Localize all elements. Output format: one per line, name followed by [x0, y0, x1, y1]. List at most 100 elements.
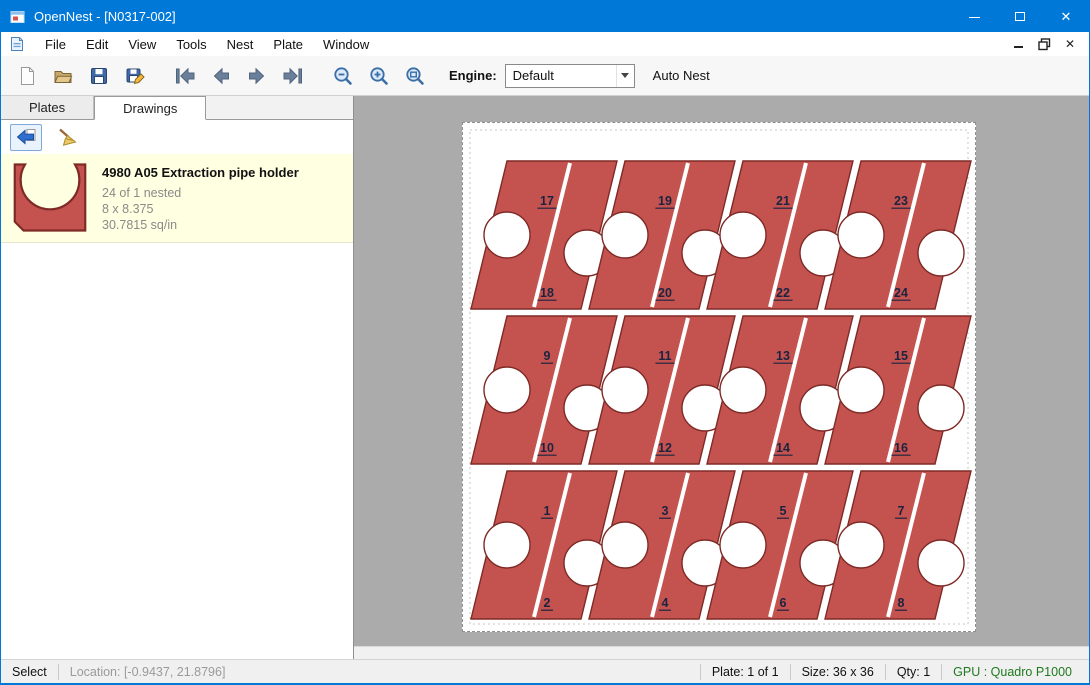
menu-view[interactable]: View [118, 34, 166, 55]
mdi-close-icon: ✕ [1065, 37, 1075, 51]
status-location: Location: [-0.9437, 21.8796] [59, 665, 237, 679]
nav-last-icon [282, 65, 304, 87]
save-edit-button[interactable] [117, 60, 153, 92]
status-plate: Plate: 1 of 1 [701, 665, 790, 679]
part-number: 15 [894, 349, 908, 363]
import-drawing-button[interactable] [10, 124, 42, 151]
save-button[interactable] [81, 60, 117, 92]
next-plate-button[interactable] [239, 60, 275, 92]
minimize-button[interactable] [951, 1, 997, 32]
tab-drawings[interactable]: Drawings [94, 96, 206, 120]
part-number: 16 [894, 441, 908, 455]
part-number: 13 [776, 349, 790, 363]
open-button[interactable] [45, 60, 81, 92]
menu-file[interactable]: File [35, 34, 76, 55]
open-folder-icon [52, 65, 74, 87]
sidebar-tabs: Plates Drawings [1, 96, 353, 120]
new-page-icon [16, 65, 38, 87]
nav-first-icon [174, 65, 196, 87]
part-number: 5 [780, 504, 787, 518]
part-number: 11 [658, 349, 671, 363]
menu-nest[interactable]: Nest [217, 34, 264, 55]
drawing-thumbnail [11, 162, 89, 233]
close-icon: ✕ [1061, 9, 1072, 25]
part-number: 1 [544, 504, 551, 518]
menu-plate[interactable]: Plate [263, 34, 313, 55]
part-number: 19 [658, 194, 672, 208]
zoom-fit-icon [404, 65, 426, 87]
close-button[interactable]: ✕ [1043, 1, 1089, 32]
status-mode: Select [1, 665, 58, 679]
part-number: 22 [776, 286, 790, 300]
menu-window[interactable]: Window [313, 34, 379, 55]
part-number: 21 [776, 194, 790, 208]
menu-edit[interactable]: Edit [76, 34, 118, 55]
drawing-area: 30.7815 sq/in [102, 217, 299, 233]
zoom-out-button[interactable] [325, 60, 361, 92]
clean-button[interactable] [51, 124, 83, 151]
zoom-out-icon [332, 65, 354, 87]
horizontal-scrollbar[interactable] [354, 646, 1089, 659]
part-number: 9 [544, 349, 551, 363]
last-plate-button[interactable] [275, 60, 311, 92]
nest-canvas[interactable]: 171819202122232491011121314151612345678 [354, 96, 1089, 659]
part-number: 14 [776, 441, 790, 455]
part-number: 8 [898, 596, 905, 610]
mdi-close-button[interactable]: ✕ [1059, 36, 1081, 53]
title-bar: OpenNest - [N0317-002] ✕ [1, 1, 1089, 32]
engine-value: Default [506, 68, 616, 83]
nest-drawing: 171819202122232491011121314151612345678 [463, 123, 975, 631]
document-icon [9, 36, 25, 52]
drawings-toolbar [1, 120, 353, 154]
mdi-restore-icon [1038, 38, 1051, 51]
opennest-window: OpenNest - [N0317-002] ✕ File Edit View … [0, 0, 1090, 685]
zoom-fit-button[interactable] [397, 60, 433, 92]
prev-plate-button[interactable] [203, 60, 239, 92]
first-plate-button[interactable] [167, 60, 203, 92]
menu-bar: File Edit View Tools Nest Plate Window ✕ [1, 32, 1089, 56]
clean-broom-icon [56, 127, 78, 147]
zoom-in-icon [368, 65, 390, 87]
save-edit-icon [124, 65, 146, 87]
mdi-restore-button[interactable] [1033, 36, 1055, 53]
status-qty: Qty: 1 [886, 665, 941, 679]
part-number: 6 [780, 596, 787, 610]
nav-prev-icon [210, 65, 232, 87]
mdi-minimize-icon [1014, 46, 1023, 48]
part-number: 23 [894, 194, 908, 208]
minimize-icon [969, 16, 980, 18]
part-number: 7 [898, 504, 905, 518]
chevron-down-icon [616, 65, 634, 87]
mdi-minimize-button[interactable] [1007, 36, 1029, 53]
part-number: 20 [658, 286, 672, 300]
engine-label: Engine: [449, 68, 497, 83]
maximize-button[interactable] [997, 1, 1043, 32]
part-number: 18 [540, 286, 554, 300]
sidebar: Plates Drawings 4980 A05 Extraction pipe… [1, 96, 354, 659]
plate[interactable]: 171819202122232491011121314151612345678 [462, 122, 976, 632]
zoom-in-button[interactable] [361, 60, 397, 92]
part-number: 17 [540, 194, 554, 208]
engine-select[interactable]: Default [505, 64, 635, 88]
part-number: 24 [894, 286, 908, 300]
status-bar: Select Location: [-0.9437, 21.8796] Plat… [1, 659, 1089, 683]
drawing-size: 8 x 8.375 [102, 201, 299, 217]
part-number: 12 [658, 441, 672, 455]
drawing-nested-count: 24 of 1 nested [102, 185, 299, 201]
auto-nest-button[interactable]: Auto Nest [653, 68, 710, 83]
drawing-title: 4980 A05 Extraction pipe holder [102, 165, 299, 180]
status-size: Size: 36 x 36 [791, 665, 885, 679]
menu-tools[interactable]: Tools [166, 34, 216, 55]
part-number: 3 [662, 504, 669, 518]
nav-next-icon [246, 65, 268, 87]
new-button[interactable] [9, 60, 45, 92]
window-title: OpenNest - [N0317-002] [34, 9, 176, 24]
status-gpu: GPU : Quadro P1000 [942, 665, 1083, 679]
tab-plates[interactable]: Plates [1, 96, 94, 119]
part-number: 2 [544, 596, 551, 610]
save-floppy-icon [88, 65, 110, 87]
drawing-list-item[interactable]: 4980 A05 Extraction pipe holder 24 of 1 … [1, 154, 353, 243]
app-icon [10, 9, 26, 25]
part-number: 10 [540, 441, 554, 455]
import-drawing-icon [15, 127, 37, 147]
